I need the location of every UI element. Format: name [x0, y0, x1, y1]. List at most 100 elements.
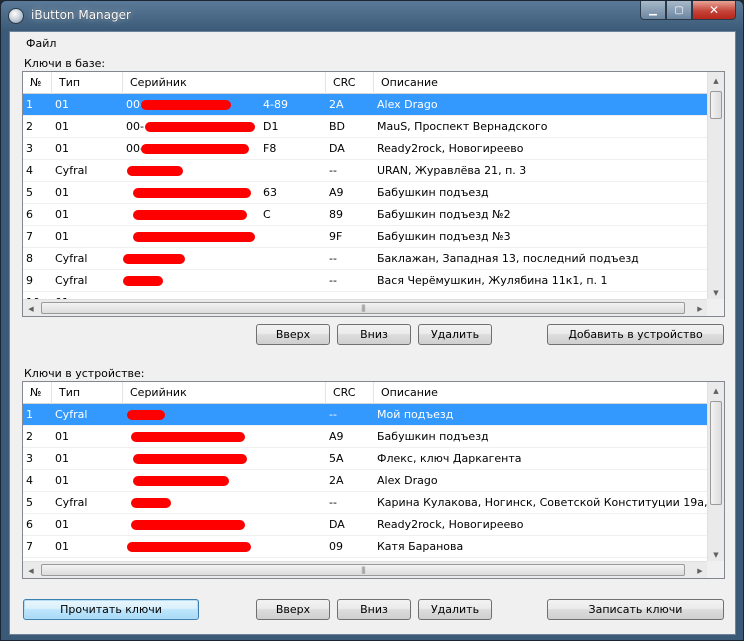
cell-type: Cyfral: [55, 274, 88, 287]
serial-visible-text: 00-: [126, 120, 144, 133]
menu-file[interactable]: Файл: [26, 37, 56, 50]
serial-redaction-mark: [141, 144, 249, 154]
cell-crc: --: [329, 274, 337, 287]
cell-type: 01: [55, 98, 69, 111]
device-vertical-scrollbar[interactable]: ▲ ▼: [707, 382, 724, 563]
device-hscroll-thumb[interactable]: |||: [41, 564, 685, 576]
scroll-right-icon[interactable]: ▶: [692, 300, 708, 316]
serial-redaction-mark: [127, 542, 251, 552]
column-header-description[interactable]: Описание: [374, 382, 709, 404]
minimize-icon: ▁: [649, 4, 657, 16]
db-grid-rows: 1 01 00- 4-89 2A Alex Drago 2 01 00- D1 BD MauS, Пр…: [23, 94, 709, 314]
cell-number: 2: [26, 430, 33, 443]
cell-serial: 00- 4-89: [123, 94, 326, 116]
table-row[interactable]: 3 01 00- F8 DA Ready2rock, Новогиреево: [23, 138, 709, 160]
column-header-serial[interactable]: Серийник: [123, 72, 326, 94]
table-row[interactable]: 5 Cyfral -- Карина Кулакова, Ногинск, Совет…: [23, 492, 709, 514]
table-row[interactable]: 9 Cyfral -- Вася Черёмушкин, Жулябина 11к1,…: [23, 270, 709, 292]
db-move-down-button[interactable]: Вниз: [337, 324, 411, 345]
window-title: iButton Manager: [31, 8, 131, 22]
column-header-number[interactable]: №: [23, 72, 52, 94]
column-header-type[interactable]: Тип: [52, 382, 123, 404]
table-row[interactable]: 5 01 63 A9 Бабушкин подъезд: [23, 182, 709, 204]
db-hscroll-thumb[interactable]: |||: [41, 302, 685, 314]
menu-bar: Файл: [10, 34, 56, 54]
device-vscroll-thumb[interactable]: [710, 401, 722, 505]
db-vertical-scrollbar[interactable]: ▲ ▼: [707, 72, 724, 301]
cell-description: Баклажан, Западная 13, последний подъезд: [377, 252, 639, 265]
serial-visible-tail: 4-89: [263, 98, 288, 111]
maximize-button[interactable]: ▢: [666, 1, 692, 20]
cell-type: Cyfral: [55, 252, 88, 265]
column-header-type[interactable]: Тип: [52, 72, 123, 94]
cell-number: 4: [26, 474, 33, 487]
cell-serial: [123, 160, 326, 182]
add-to-device-button[interactable]: Добавить в устройство: [547, 324, 724, 345]
cell-crc: A9: [329, 186, 344, 199]
table-row[interactable]: 2 01 A9 Бабушкин подъезд: [23, 426, 709, 448]
table-row[interactable]: 4 Cyfral -- URAN, Журавлёва 21, п. 3: [23, 160, 709, 182]
table-row[interactable]: 7 01 9F Бабушкин подъезд №3: [23, 226, 709, 248]
table-row[interactable]: 6 01 DA Ready2rock, Новогиреево: [23, 514, 709, 536]
serial-redaction-mark: [145, 122, 255, 132]
column-header-crc[interactable]: CRC: [326, 382, 374, 404]
cell-serial: 00- D1: [123, 116, 326, 138]
table-row[interactable]: 6 01 C 89 Бабушкин подъезд №2: [23, 204, 709, 226]
device-move-down-button[interactable]: Вниз: [337, 599, 411, 620]
column-header-serial[interactable]: Серийник: [123, 382, 326, 404]
db-delete-button[interactable]: Удалить: [418, 324, 492, 345]
column-header-number[interactable]: №: [23, 382, 52, 404]
cell-number: 4: [26, 164, 33, 177]
write-keys-button[interactable]: Записать ключи: [547, 599, 724, 620]
scroll-left-icon[interactable]: ◀: [23, 300, 39, 316]
cell-crc: --: [329, 496, 337, 509]
cell-serial: 63: [123, 182, 326, 204]
cell-type: Cyfral: [55, 408, 88, 421]
cell-crc: --: [329, 164, 337, 177]
read-keys-button[interactable]: Прочитать ключи: [23, 599, 199, 620]
table-row[interactable]: 1 01 00- 4-89 2A Alex Drago: [23, 94, 709, 116]
device-delete-button[interactable]: Удалить: [418, 599, 492, 620]
cell-type: 01: [55, 120, 69, 133]
cell-serial: [123, 426, 326, 448]
cell-number: 7: [26, 540, 33, 553]
table-row[interactable]: 2 01 00- D1 BD MauS, Проспект Вернадского: [23, 116, 709, 138]
cell-type: 01: [55, 540, 69, 553]
minimize-button[interactable]: ▁: [640, 1, 666, 20]
serial-visible-tail: D1: [263, 120, 279, 133]
table-row[interactable]: 4 01 2A Alex Drago: [23, 470, 709, 492]
device-keys-grid[interactable]: № Тип Серийник CRC Описание 1 Cyfral -- Мой…: [22, 381, 725, 579]
column-header-description[interactable]: Описание: [374, 72, 709, 94]
db-horizontal-scrollbar[interactable]: ◀ ||| ▶: [23, 299, 709, 316]
cell-crc: 89: [329, 208, 343, 221]
scroll-up-icon[interactable]: ▲: [708, 72, 724, 89]
device-horizontal-scrollbar[interactable]: ◀ ||| ▶: [23, 561, 709, 578]
scroll-right-icon[interactable]: ▶: [692, 562, 708, 578]
serial-visible-tail: 63: [263, 186, 277, 199]
scroll-left-icon[interactable]: ◀: [23, 562, 39, 578]
cell-description: Флекс, ключ Даркагента: [377, 452, 522, 465]
db-vscroll-thumb[interactable]: [710, 91, 722, 119]
db-move-up-button[interactable]: Вверх: [256, 324, 330, 345]
table-row[interactable]: 1 Cyfral -- Мой подъезд: [23, 404, 709, 426]
cell-number: 7: [26, 230, 33, 243]
title-bar[interactable]: iButton Manager ▁ ▢ ✕: [1, 1, 743, 31]
device-move-up-button[interactable]: Вверх: [256, 599, 330, 620]
db-scroll-corner: [707, 299, 724, 316]
cell-crc: BD: [329, 120, 346, 133]
cell-serial: C: [123, 204, 326, 226]
cell-description: Бабушкин подъезд №3: [377, 230, 511, 243]
table-row[interactable]: 3 01 5A Флекс, ключ Даркагента: [23, 448, 709, 470]
serial-redaction-mark: [131, 432, 245, 442]
db-keys-grid[interactable]: № Тип Серийник CRC Описание 1 01 00- 4-89 2A…: [22, 71, 725, 317]
cell-description: Мой подъезд: [377, 408, 454, 421]
serial-redaction-mark: [133, 454, 247, 464]
scroll-up-icon[interactable]: ▲: [708, 382, 724, 399]
cell-description: Бабушкин подъезд №2: [377, 208, 511, 221]
column-header-crc[interactable]: CRC: [326, 72, 374, 94]
table-row[interactable]: 7 01 09 Катя Баранова: [23, 536, 709, 558]
cell-crc: A9: [329, 430, 344, 443]
table-row[interactable]: 8 Cyfral -- Баклажан, Западная 13, последни…: [23, 248, 709, 270]
cell-crc: 9F: [329, 230, 343, 243]
close-button[interactable]: ✕: [692, 1, 736, 20]
